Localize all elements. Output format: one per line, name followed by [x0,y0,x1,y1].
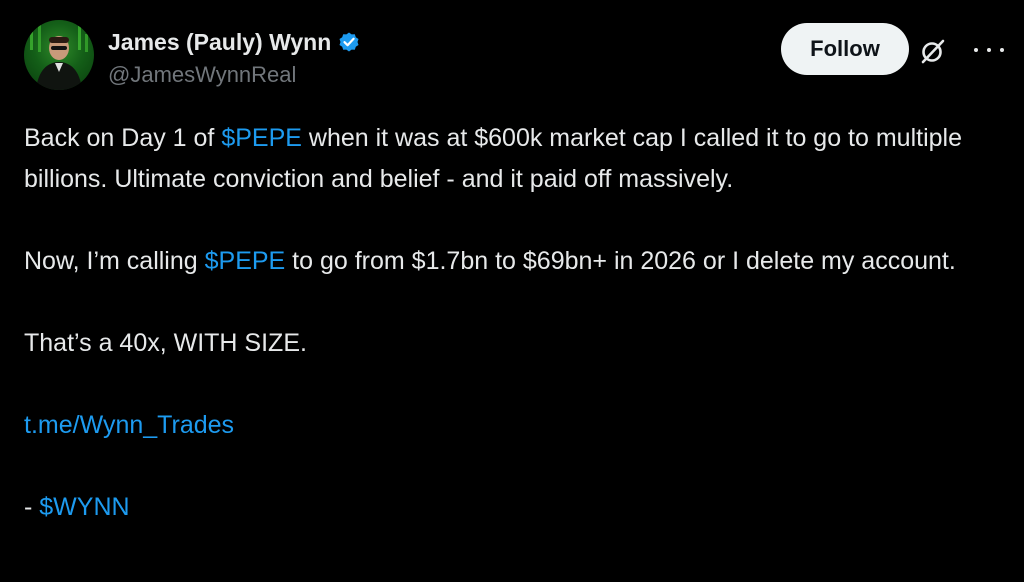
author-names: James (Pauly) Wynn @JamesWynnReal [108,28,361,88]
user-handle[interactable]: @JamesWynnReal [108,62,361,88]
display-name[interactable]: James (Pauly) Wynn [108,29,331,56]
tweet: James (Pauly) Wynn @JamesWynnReal Follow [0,0,1024,582]
avatar[interactable] [24,20,94,90]
verified-badge-icon[interactable] [337,30,361,54]
cashtag-link[interactable]: $WYNN [39,493,129,521]
signature-prefix: - [24,493,40,521]
paragraph-link: t.me/Wynn_Trades [24,405,1009,446]
text-segment: to go from $1.7bn to $69bn+ in 2026 or I… [285,247,956,275]
text-segment: Now, I’m calling [24,247,205,275]
grok-icon[interactable] [918,36,948,66]
dot [987,48,991,52]
paragraph-2: Now, I’m calling $PEPE to go from $1.7bn… [24,241,1009,282]
display-name-row: James (Pauly) Wynn [108,28,361,56]
signature: - $WYNN [24,487,1009,528]
dot [1000,48,1004,52]
cashtag-link[interactable]: $PEPE [205,247,286,275]
telegram-link[interactable]: t.me/Wynn_Trades [24,411,234,439]
follow-button[interactable]: Follow [781,23,909,75]
tweet-header: James (Pauly) Wynn @JamesWynnReal Follow [24,20,1004,90]
cashtag-link[interactable]: $PEPE [221,124,302,152]
paragraph-3: That’s a 40x, WITH SIZE. [24,329,307,357]
dot [974,48,978,52]
paragraph-1: Back on Day 1 of $PEPE when it was at $6… [24,118,1009,200]
text-segment: Back on Day 1 of [24,124,222,152]
tweet-text: Back on Day 1 of $PEPE when it was at $6… [24,118,1009,528]
more-options-icon[interactable] [974,37,1004,63]
